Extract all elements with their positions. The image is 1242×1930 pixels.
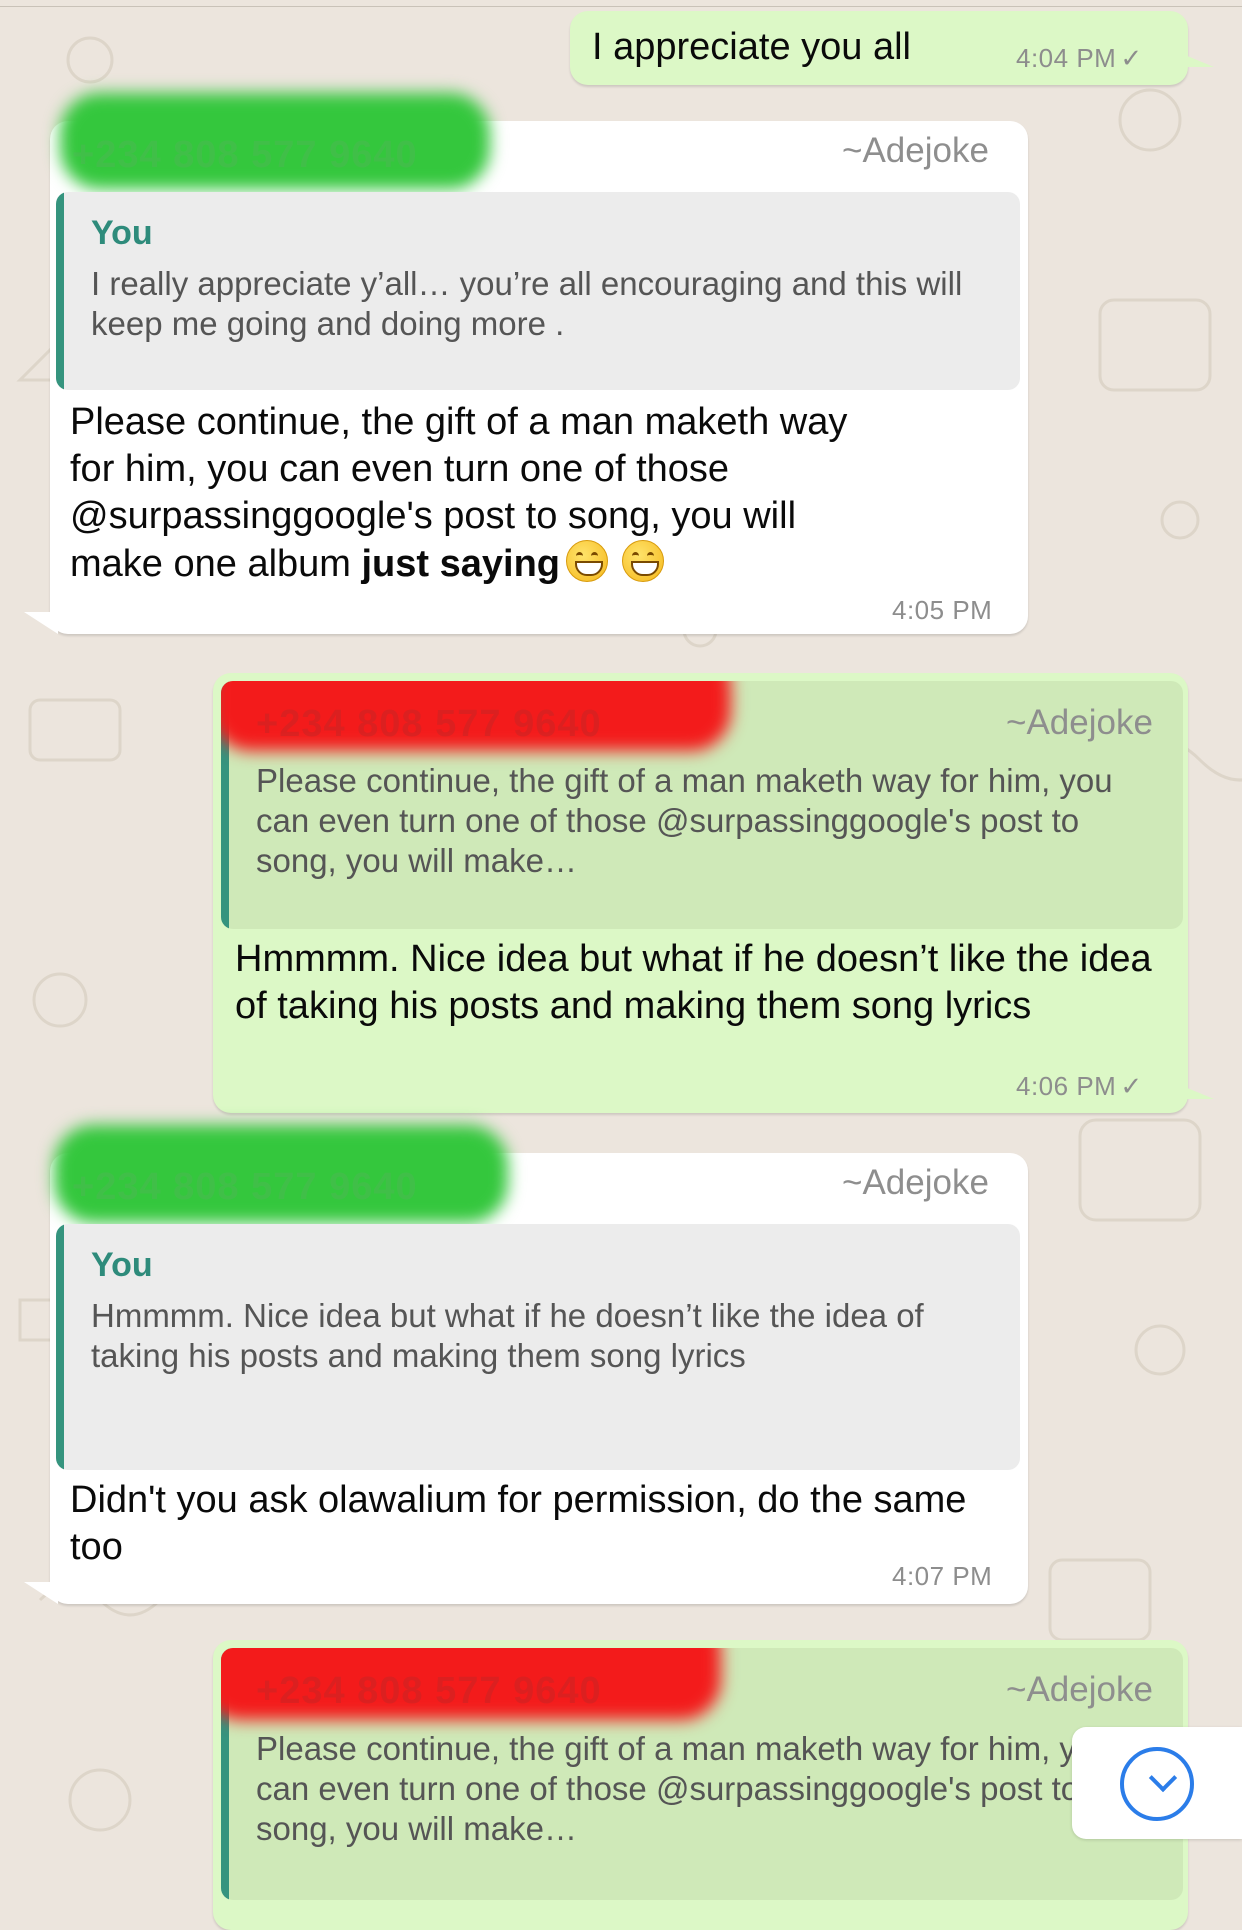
quote-text: Please continue, the gift of a man maket… <box>256 1730 1113 1847</box>
top-divider <box>0 6 1242 7</box>
quote-bar <box>56 192 64 390</box>
message-time: 4:07 PM <box>892 1561 993 1591</box>
message-bubble-incoming[interactable]: +234 808 577 9640 ~Adejoke You Hmmmm. Ni… <box>24 1125 1028 1604</box>
grinning-face-icon <box>566 540 608 582</box>
message-text: Please continue, the gift of a man maket… <box>70 399 1010 588</box>
chevron-shape <box>1148 1763 1178 1793</box>
bubble-tail <box>24 1582 58 1604</box>
quote-author: You <box>91 214 153 252</box>
message-time: 4:06 PM ✓ <box>1016 1071 1143 1102</box>
message-text: Didn't you ask olawalium for permission,… <box>70 1479 967 1568</box>
quoted-message[interactable]: +234 808 577 9640 ~Adejoke Please contin… <box>221 1648 1183 1900</box>
message-bubble-outgoing[interactable]: +234 808 577 9640 ~Adejoke Please contin… <box>213 1640 1188 1930</box>
sender-name: ~Adejoke <box>842 131 989 170</box>
sender-number: +234 808 577 9640 <box>72 134 418 176</box>
bubble-tail <box>1180 1085 1214 1099</box>
quote-text: I really appreciate y’all… you’re all en… <box>91 265 963 342</box>
quoted-message[interactable]: +234 808 577 9640 ~Adejoke Please contin… <box>221 681 1183 929</box>
quoted-message[interactable]: You I really appreciate y’all… you’re al… <box>56 192 1020 390</box>
message-text: Hmmmm. Nice idea but what if he doesn’t … <box>235 938 1152 1027</box>
quote-sender-number: +234 808 577 9640 <box>256 703 602 745</box>
message-time: 4:05 PM <box>892 595 993 625</box>
sender-name: ~Adejoke <box>842 1163 989 1202</box>
scroll-to-bottom-button[interactable] <box>1072 1727 1242 1839</box>
quote-author: You <box>91 1246 153 1284</box>
quote-sender-number: +234 808 577 9640 <box>256 1670 602 1712</box>
message-time-text: 4:04 PM <box>1016 43 1117 73</box>
quote-text: Please continue, the gift of a man maket… <box>256 762 1113 879</box>
single-check-icon: ✓ <box>1120 43 1143 73</box>
message-bubble-incoming[interactable]: +234 808 577 9640 ~Adejoke You I really … <box>24 93 1028 634</box>
message-text: I appreciate you all <box>592 26 911 68</box>
quote-sender-name: ~Adejoke <box>1006 1670 1153 1709</box>
quote-bar <box>56 1224 64 1470</box>
message-line: make one album just saying <box>70 540 1010 588</box>
message-time: 4:04 PM ✓ <box>1016 43 1143 74</box>
bubble-tail <box>24 612 58 634</box>
message-bubble-outgoing[interactable]: I appreciate you all 4:04 PM ✓ <box>570 11 1214 85</box>
message-line-text: make one album <box>70 543 362 585</box>
chevron-down-icon <box>1120 1747 1194 1821</box>
bold-text: just saying <box>361 543 561 585</box>
grinning-face-icon <box>622 540 664 582</box>
quote-text: Hmmmm. Nice idea but what if he doesn’t … <box>91 1297 924 1374</box>
message-bubble-outgoing[interactable]: +234 808 577 9640 ~Adejoke Please contin… <box>213 673 1214 1113</box>
single-check-icon: ✓ <box>1120 1071 1143 1101</box>
quote-sender-name: ~Adejoke <box>1006 703 1153 742</box>
message-time-text: 4:06 PM <box>1016 1071 1117 1101</box>
message-line: for him, you can even turn one of those <box>70 448 730 490</box>
bubble-tail <box>1180 53 1214 67</box>
message-line: Please continue, the gift of a man maket… <box>70 401 848 443</box>
message-line: @surpassinggoogle's post to song, you wi… <box>70 495 797 537</box>
quoted-message[interactable]: You Hmmmm. Nice idea but what if he does… <box>56 1224 1020 1470</box>
sender-number: +234 808 577 9640 <box>72 1166 418 1208</box>
